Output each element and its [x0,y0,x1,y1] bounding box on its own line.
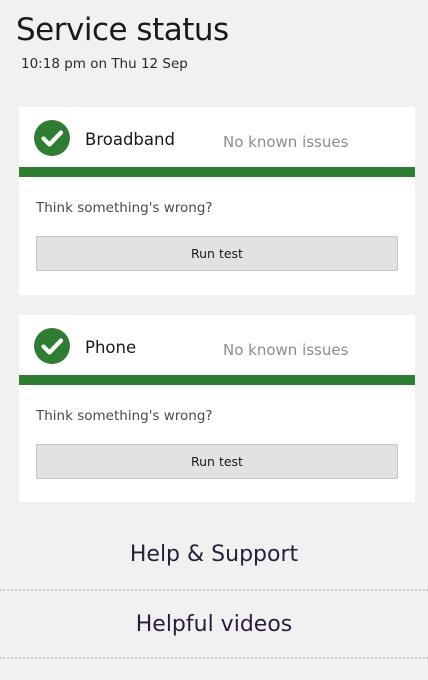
dotted-divider [0,657,428,659]
dotted-divider [0,589,428,591]
service-status-text: No known issues [223,341,349,359]
run-test-button-phone[interactable]: Run test [36,444,398,479]
service-card-header: Broadband No known issues [19,107,415,167]
service-status-text: No known issues [223,133,349,151]
service-name: Phone [85,338,137,357]
service-name: Broadband [85,130,175,149]
problem-prompt: Think something's wrong? [36,200,213,216]
service-card-broadband: Broadband No known issues Think somethin… [19,107,415,295]
page-title: Service status [16,12,229,48]
status-indicator-bar [19,375,415,385]
run-test-button-broadband[interactable]: Run test [36,236,398,271]
service-card-header: Phone No known issues [19,315,415,375]
problem-prompt: Think something's wrong? [36,408,213,424]
help-support-link[interactable]: Help & Support [0,541,428,569]
status-timestamp: 10:18 pm on Thu 12 Sep [21,56,188,72]
check-circle-icon [34,120,70,156]
check-circle-icon [34,328,70,364]
service-card-phone: Phone No known issues Think something's … [19,315,415,502]
helpful-videos-link[interactable]: Helpful videos [0,611,428,639]
status-indicator-bar [19,167,415,177]
